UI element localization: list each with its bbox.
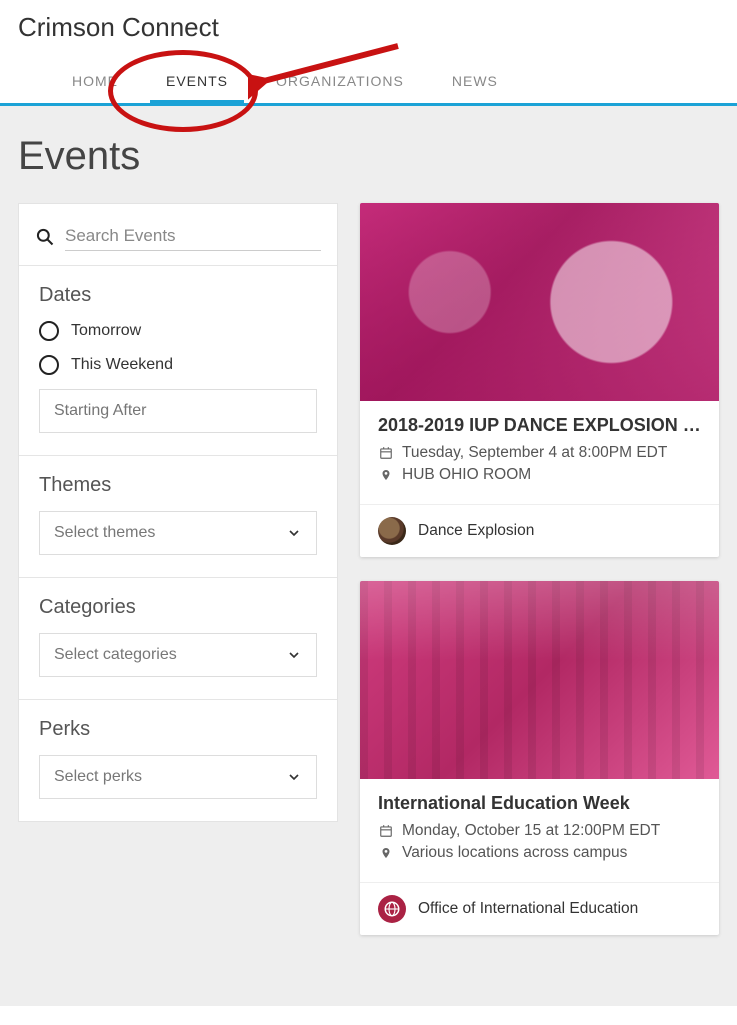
page-title: Events [18, 134, 719, 179]
filter-perks-title: Perks [39, 718, 317, 741]
themes-select[interactable]: Select themes [39, 511, 317, 555]
event-datetime: Tuesday, September 4 at 8:00PM EDT [402, 444, 667, 462]
chevron-down-icon [286, 647, 302, 663]
header: Crimson Connect HOME EVENTS ORGANIZATION… [0, 0, 737, 103]
filter-sidebar: Dates Tomorrow This Weekend Themes [18, 203, 338, 822]
filter-dates: Dates Tomorrow This Weekend [19, 266, 337, 455]
org-avatar [378, 895, 406, 923]
themes-placeholder: Select themes [54, 524, 155, 542]
perks-placeholder: Select perks [54, 768, 142, 786]
event-title: 2018-2019 IUP DANCE EXPLOSION … [378, 415, 701, 436]
filter-dates-title: Dates [39, 284, 317, 307]
main-nav: HOME EVENTS ORGANIZATIONS NEWS [18, 61, 719, 103]
location-icon [378, 846, 394, 860]
filter-themes-title: Themes [39, 474, 317, 497]
brand-title: Crimson Connect [18, 12, 719, 43]
nav-home[interactable]: HOME [48, 61, 142, 103]
event-card[interactable]: International Education Week Monday, Oct… [360, 581, 719, 935]
date-option-tomorrow[interactable]: Tomorrow [39, 321, 317, 341]
search-input[interactable] [65, 222, 321, 251]
event-image [360, 203, 719, 401]
event-location: Various locations across campus [402, 844, 627, 862]
filter-categories-title: Categories [39, 596, 317, 619]
starting-after-input[interactable] [39, 389, 317, 433]
nav-news[interactable]: NEWS [428, 61, 522, 103]
calendar-icon [378, 824, 394, 838]
event-list: 2018-2019 IUP DANCE EXPLOSION … Tuesday,… [360, 203, 719, 935]
event-datetime: Monday, October 15 at 12:00PM EDT [402, 822, 660, 840]
chevron-down-icon [286, 769, 302, 785]
calendar-icon [378, 446, 394, 460]
date-option-label: Tomorrow [71, 322, 141, 340]
event-location: HUB OHIO ROOM [402, 466, 531, 484]
radio-icon [39, 321, 59, 341]
date-option-label: This Weekend [71, 356, 173, 374]
categories-placeholder: Select categories [54, 646, 177, 664]
perks-select[interactable]: Select perks [39, 755, 317, 799]
org-name: Office of International Education [418, 900, 638, 918]
filter-categories: Categories Select categories [19, 578, 337, 699]
org-avatar [378, 517, 406, 545]
event-image [360, 581, 719, 779]
event-card[interactable]: 2018-2019 IUP DANCE EXPLOSION … Tuesday,… [360, 203, 719, 557]
filter-perks: Perks Select perks [19, 700, 337, 821]
nav-events[interactable]: EVENTS [142, 61, 252, 103]
search-icon [35, 227, 55, 247]
filter-themes: Themes Select themes [19, 456, 337, 577]
org-name: Dance Explosion [418, 522, 534, 540]
date-option-this-weekend[interactable]: This Weekend [39, 355, 317, 375]
categories-select[interactable]: Select categories [39, 633, 317, 677]
radio-icon [39, 355, 59, 375]
content-area: Events Dates Tomorrow [0, 106, 737, 1006]
chevron-down-icon [286, 525, 302, 541]
location-icon [378, 468, 394, 482]
event-title: International Education Week [378, 793, 701, 814]
nav-organizations[interactable]: ORGANIZATIONS [252, 61, 428, 103]
